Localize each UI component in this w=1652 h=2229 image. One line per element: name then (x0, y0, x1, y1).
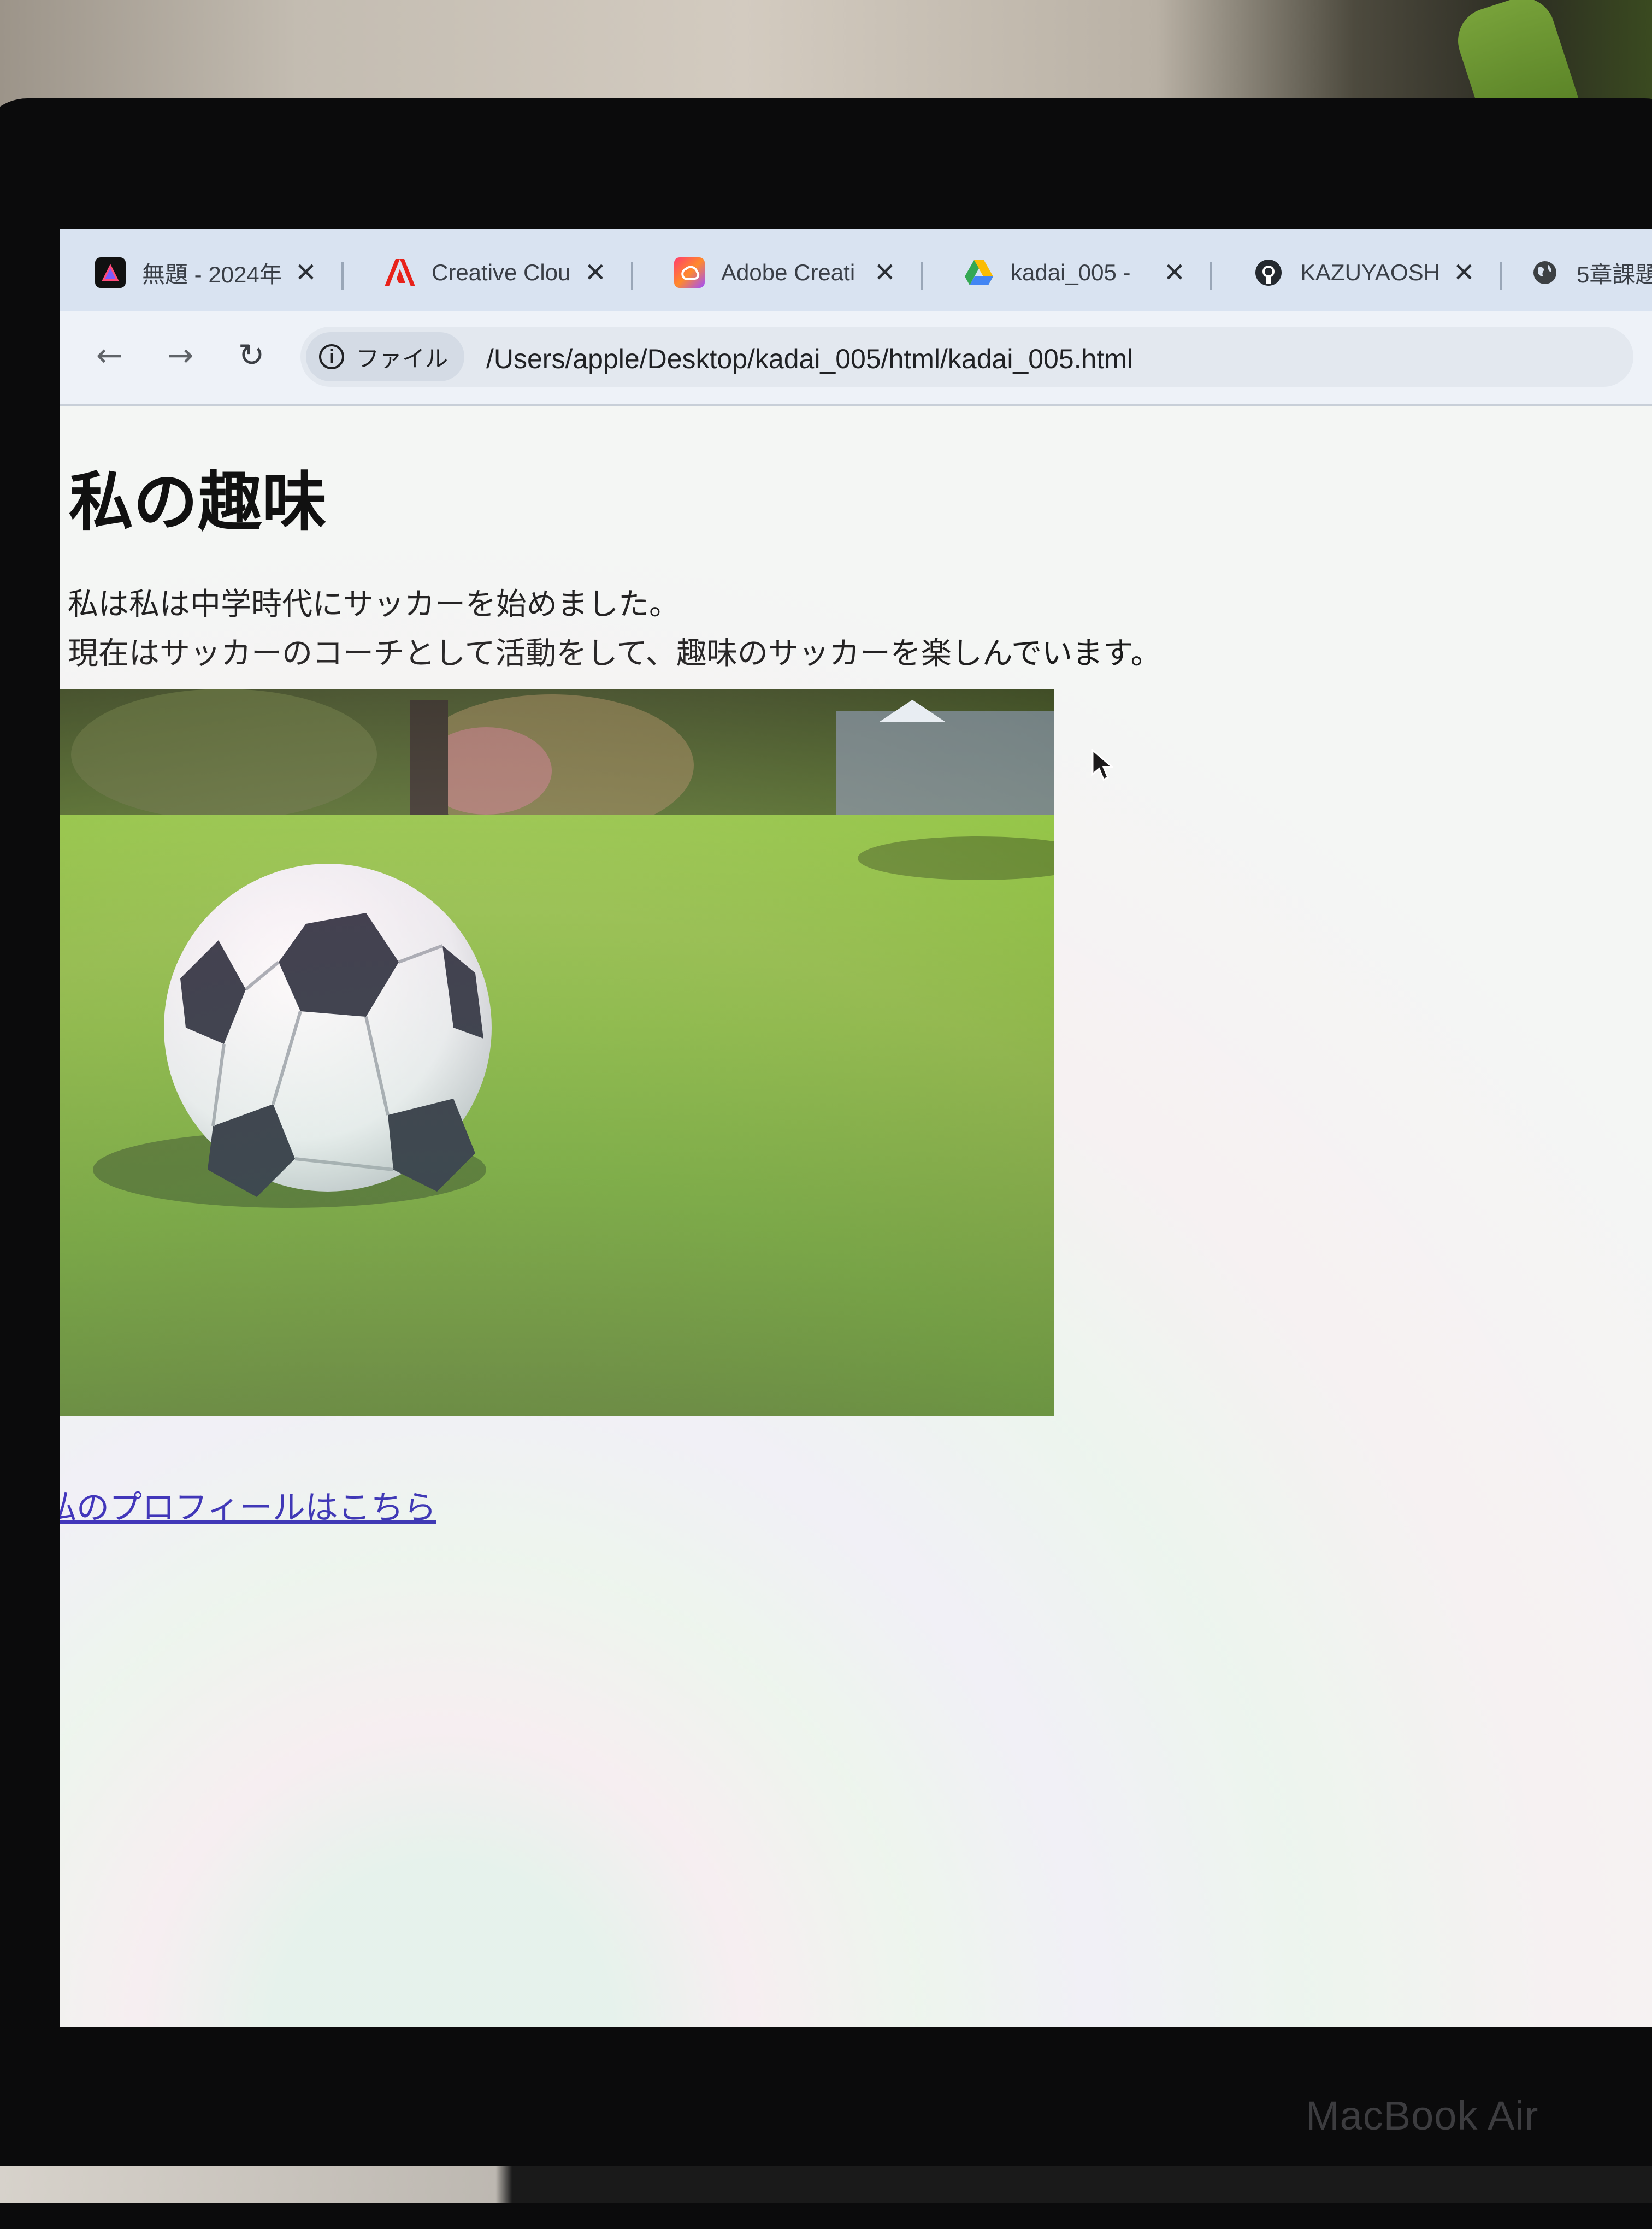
tab-title: KAZUYAOSH (1300, 260, 1440, 285)
back-button[interactable]: ← (87, 333, 131, 377)
url-text[interactable]: /Users/apple/Desktop/kadai_005/html/kada… (486, 343, 1133, 375)
close-icon[interactable]: ✕ (1164, 257, 1185, 288)
site-info-label: ファイル (356, 345, 449, 371)
tab-separator (631, 262, 633, 290)
tab-title: 5章課題 (1577, 261, 1652, 287)
close-icon[interactable]: ✕ (585, 257, 606, 288)
paragraph-line: 現在はサッカーのコーチとして活動をして、趣味のサッカーを楽しんでいます。 (68, 636, 1161, 671)
adobe-icon (385, 257, 415, 288)
tab-title: 無題 - 2024年 (142, 261, 282, 287)
desk-edge (0, 2166, 1652, 2203)
laptop-brand-label: MacBook Air (1306, 2093, 1539, 2138)
forward-button[interactable]: → (158, 333, 202, 377)
arrow-left-icon: ← (96, 337, 123, 374)
tab-title: Creative Clou (432, 260, 571, 285)
tab-title: kadai_005 - (1011, 260, 1131, 285)
tab-title: Adobe Creati (721, 260, 856, 285)
site-info-button[interactable]: i ファイル (306, 332, 464, 381)
creative-cloud-icon (674, 257, 705, 288)
tab-adobe-creative[interactable]: Adobe Creati ✕ (639, 243, 918, 303)
tab-untitled[interactable]: 無題 - 2024年 ✕ (60, 243, 339, 303)
reload-button[interactable]: ↻ (229, 333, 273, 377)
profile-link[interactable]: 私のプロフィールはこちら (60, 1481, 436, 1529)
close-icon[interactable]: ✕ (295, 257, 317, 288)
tab-github[interactable]: KAZUYAOSH ✕ (1218, 243, 1497, 303)
tab-separator (341, 262, 344, 290)
tab-strip: 無題 - 2024年 ✕ Creative Clou ✕ Adobe Creat… (60, 229, 1652, 311)
github-icon (1253, 257, 1284, 288)
reload-icon: ↻ (238, 337, 265, 374)
paragraph-line: 私は私は中学時代にサッカーを始めました。 (68, 587, 680, 622)
page-title: 私の趣味 (69, 464, 327, 540)
adobe-express-icon (95, 257, 126, 288)
tab-separator (1500, 262, 1502, 290)
google-drive-icon (964, 257, 994, 288)
address-bar[interactable]: i ファイル /Users/apple/Desktop/kadai_005/ht… (300, 327, 1633, 387)
tab-separator (1210, 262, 1212, 290)
tab-kadai-drive[interactable]: kadai_005 - ✕ (929, 243, 1207, 303)
page-content: 私の趣味 私は私は中学時代にサッカーを始めました。 現在はサッカーのコーチとして… (60, 406, 1652, 2027)
info-icon: i (319, 344, 344, 369)
close-icon[interactable]: ✕ (1453, 257, 1475, 288)
tab-creative-cloud[interactable]: Creative Clou ✕ (350, 243, 628, 303)
tab-separator (921, 262, 923, 290)
browser-toolbar: ← → ↻ i ファイル /Users/apple/Desktop/kadai_… (60, 311, 1652, 406)
globe-icon (1530, 257, 1560, 288)
soccer-ball-image (60, 689, 1054, 1416)
laptop-screen: 無題 - 2024年 ✕ Creative Clou ✕ Adobe Creat… (60, 229, 1652, 2027)
arrow-right-icon: → (167, 337, 194, 374)
mouse-cursor-icon (1092, 749, 1113, 781)
tab-chapter5[interactable]: 5章課題 (1508, 243, 1652, 303)
close-icon[interactable]: ✕ (874, 257, 896, 288)
